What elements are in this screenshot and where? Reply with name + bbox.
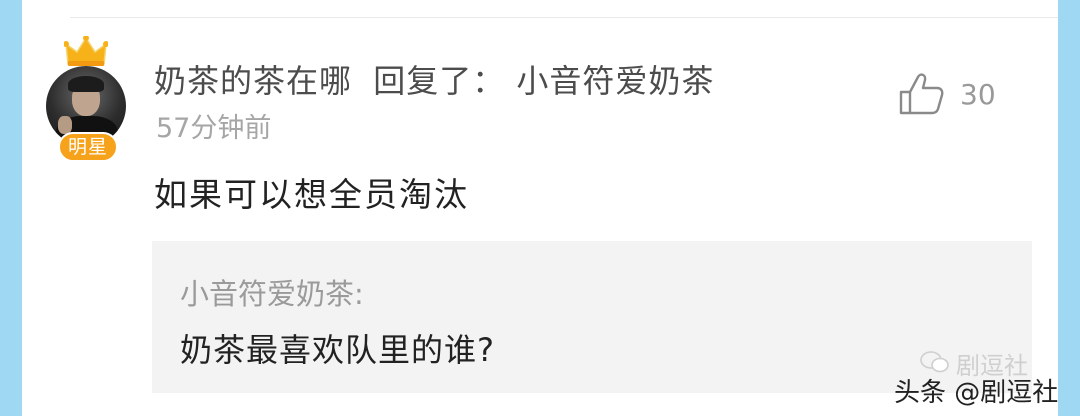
celebrity-badge: 明星 bbox=[58, 132, 118, 162]
like-count: 30 bbox=[960, 78, 996, 111]
quoted-author: 小音符爱奶茶: bbox=[180, 277, 364, 311]
crown-icon bbox=[64, 36, 108, 66]
comment-card: 明星 奶茶的茶在哪 回复了： 小音符爱奶茶 57分钟前 30 如果可以想全员淘汰… bbox=[22, 0, 1058, 416]
author-name[interactable]: 奶茶的茶在哪 bbox=[154, 62, 352, 100]
quoted-text: 奶茶最喜欢队里的谁? bbox=[180, 331, 495, 369]
comment-timestamp: 57分钟前 bbox=[156, 113, 272, 144]
wechat-watermark-icon bbox=[920, 351, 949, 373]
top-divider bbox=[70, 17, 1058, 18]
thumbs-up-icon[interactable] bbox=[898, 72, 944, 116]
avatar-group[interactable]: 明星 bbox=[46, 36, 136, 166]
reply-target-name[interactable]: 小音符爱奶茶 bbox=[516, 62, 714, 100]
reply-action: 回复了： bbox=[373, 62, 506, 100]
quoted-comment[interactable]: 小音符爱奶茶: 奶茶最喜欢队里的谁? bbox=[152, 241, 1032, 393]
toutiao-watermark: 头条 @剧逗社 bbox=[894, 378, 1059, 408]
comment-body: 如果可以想全员淘汰 bbox=[154, 175, 469, 214]
comment-header: 奶茶的茶在哪 回复了： 小音符爱奶茶 bbox=[154, 56, 714, 102]
